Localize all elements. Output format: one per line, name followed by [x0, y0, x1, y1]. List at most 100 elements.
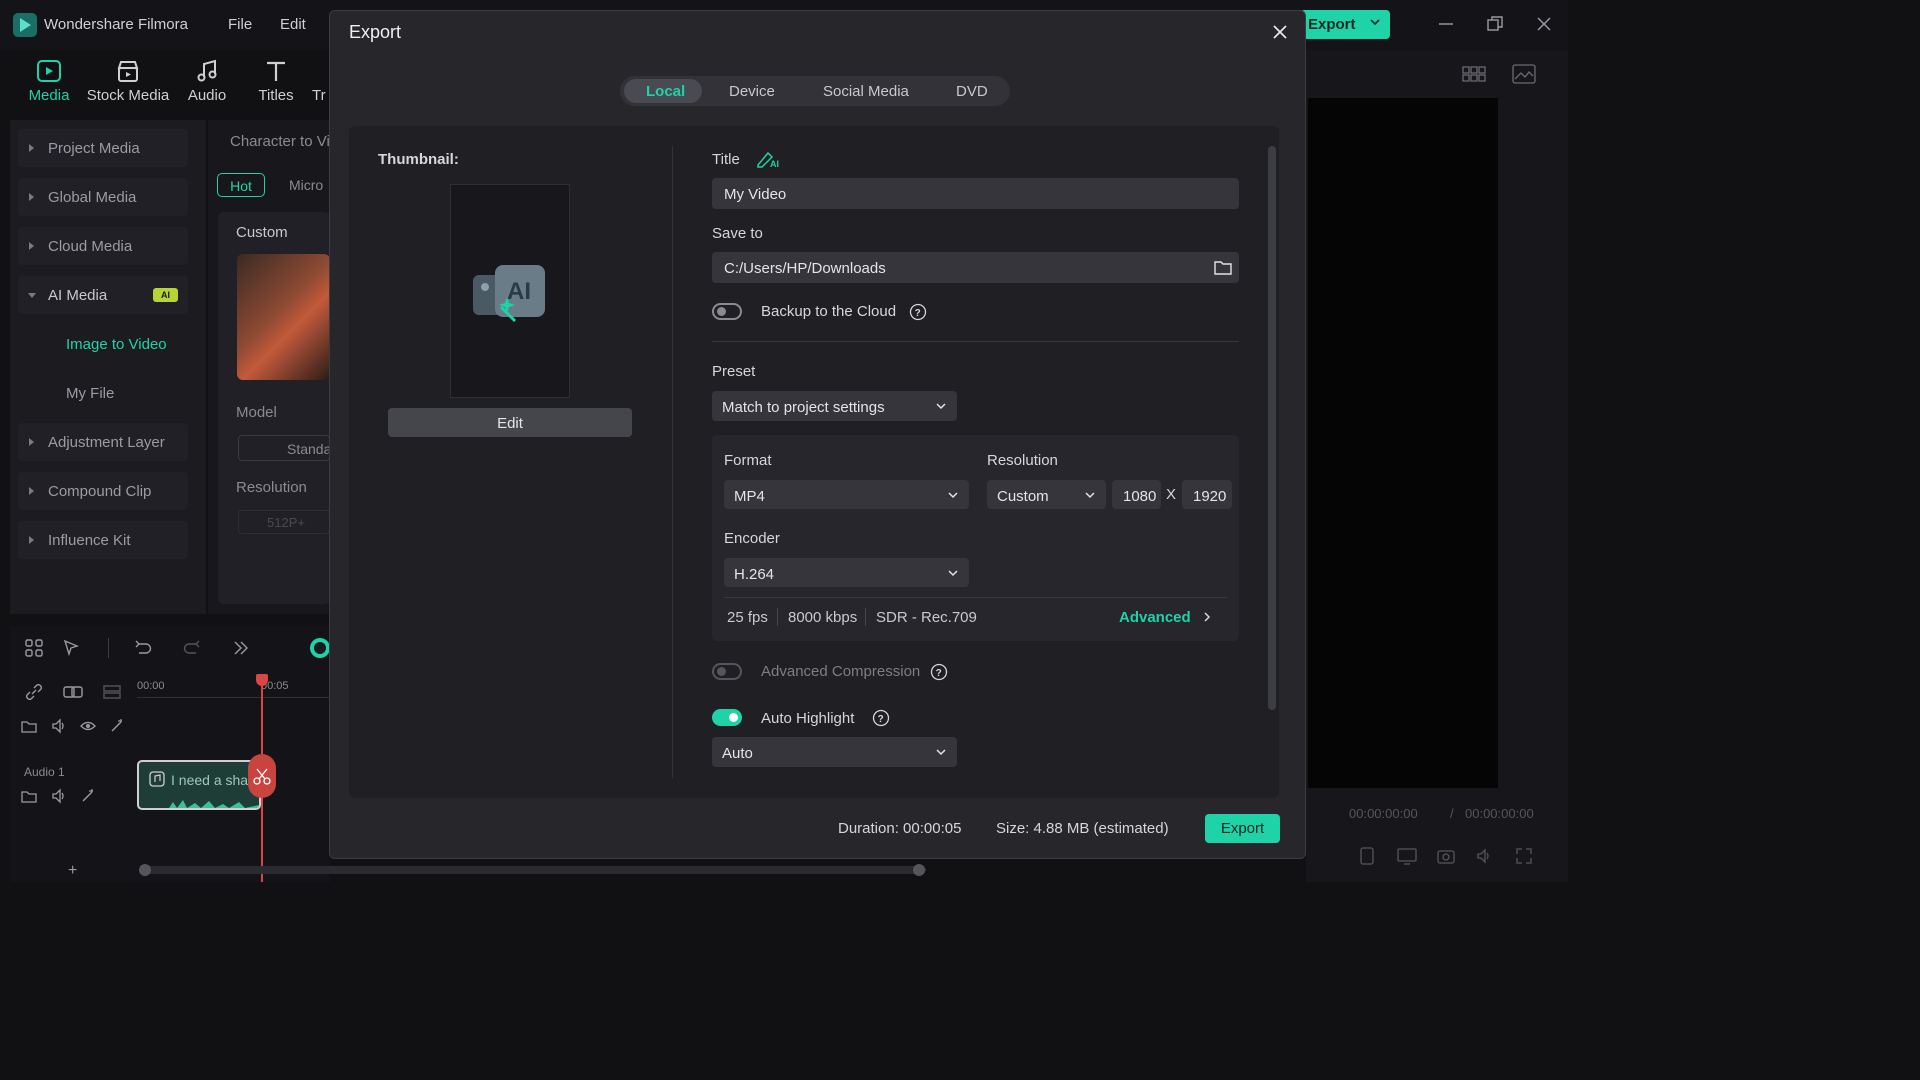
template-thumbnail[interactable] — [237, 254, 330, 380]
sidebar-item-influence-kit[interactable]: Influence Kit — [18, 521, 188, 559]
backup-cloud-toggle[interactable] — [712, 303, 742, 320]
display-icon[interactable] — [1396, 846, 1418, 866]
track-layout-icon[interactable] — [102, 682, 122, 702]
magic-wand-icon[interactable] — [79, 787, 99, 807]
model-select[interactable]: Standa — [238, 435, 330, 461]
audio-clip[interactable]: I need a sha — [137, 760, 261, 810]
close-icon[interactable] — [1270, 22, 1290, 42]
tool-transitions[interactable]: Tr — [312, 58, 330, 104]
auto-highlight-select[interactable]: Auto — [712, 737, 957, 767]
grid-view-icon[interactable] — [1462, 64, 1486, 84]
minimize-icon[interactable] — [1436, 14, 1456, 34]
tab-social-media[interactable]: Social Media — [823, 83, 909, 100]
folder-icon[interactable] — [1213, 258, 1233, 276]
preset-select[interactable]: Match to project settings — [712, 391, 957, 421]
help-icon[interactable]: ? — [909, 303, 927, 321]
folder-lock-icon[interactable] — [20, 717, 40, 737]
resolution-select[interactable]: 512P+ — [238, 510, 330, 534]
encoder-label: Encoder — [724, 530, 780, 547]
snapshot-icon[interactable] — [1436, 846, 1456, 866]
save-to-input[interactable]: C:/Users/HP/Downloads — [712, 252, 1239, 283]
expand-arrow-icon — [29, 536, 34, 544]
volume-icon[interactable] — [1475, 846, 1495, 866]
layout-grid-icon[interactable] — [24, 638, 44, 658]
tool-audio[interactable]: Audio — [184, 58, 230, 104]
add-track-icon[interactable]: + — [68, 862, 77, 880]
resolution-width-input[interactable]: 1080 — [1112, 480, 1161, 509]
folder-lock-icon[interactable] — [20, 787, 40, 807]
settings-scrollbar[interactable] — [1268, 146, 1276, 710]
menu-file[interactable]: File — [228, 16, 252, 33]
sidebar-item-adjustment-layer[interactable]: Adjustment Layer — [18, 423, 188, 461]
thumbnail-preview[interactable]: AI — [450, 184, 570, 398]
help-icon[interactable]: ? — [872, 709, 890, 727]
tool-audio-label: Audio — [187, 87, 227, 104]
advanced-compression-toggle[interactable] — [712, 663, 742, 680]
toolbar-divider — [108, 638, 109, 658]
resolution-height-input[interactable]: 1920 — [1182, 480, 1232, 509]
help-icon[interactable]: ? — [930, 663, 948, 681]
music-note-icon — [194, 58, 220, 84]
tab-micro[interactable]: Micro — [289, 177, 330, 193]
tool-titles[interactable]: Titles — [254, 58, 298, 104]
advanced-link[interactable]: Advanced — [1119, 609, 1191, 626]
sidebar-item-project-media[interactable]: Project Media — [18, 129, 188, 167]
menu-edit[interactable]: Edit — [280, 16, 306, 33]
auto-highlight-toggle[interactable] — [712, 709, 742, 726]
fullscreen-icon[interactable] — [1514, 846, 1534, 866]
meta-separator — [865, 608, 866, 626]
format-select[interactable]: MP4 — [724, 480, 969, 509]
split-handle[interactable] — [248, 754, 276, 798]
tab-dvd[interactable]: DVD — [956, 83, 988, 100]
preview-total-time: 00:00:00:00 — [1465, 806, 1534, 821]
sidebar-item-ai-media[interactable]: AI Media AI — [18, 276, 188, 314]
chevron-right-icon[interactable] — [1201, 610, 1213, 624]
sidebar-item-global-media[interactable]: Global Media — [18, 178, 188, 216]
image-view-icon[interactable] — [1512, 64, 1536, 84]
undo-icon[interactable] — [133, 638, 153, 658]
ai-title-pen-icon[interactable]: AI — [755, 149, 781, 169]
size-value: 4.88 MB (estimated) — [1033, 820, 1169, 837]
sidebar-item-cloud-media[interactable]: Cloud Media — [18, 227, 188, 265]
window-close-icon[interactable] — [1534, 14, 1554, 34]
scroll-handle-right[interactable] — [913, 864, 925, 876]
top-export-button[interactable]: Export — [1300, 10, 1390, 39]
sidebar-subitem-my-file[interactable]: My File — [66, 385, 114, 402]
chevron-down-icon — [947, 490, 959, 500]
link-icon[interactable] — [24, 682, 44, 702]
timeline-scrollbar[interactable] — [140, 866, 926, 874]
sidebar-item-label: Compound Clip — [48, 483, 152, 500]
sidebar-subitem-image-to-video[interactable]: Image to Video — [66, 336, 167, 353]
export-button[interactable]: Export — [1205, 814, 1280, 843]
sidebar-item-label: Cloud Media — [48, 238, 133, 255]
waveform — [169, 796, 259, 808]
eye-icon[interactable] — [79, 717, 99, 737]
tab-local[interactable]: Local — [646, 83, 685, 100]
preview-current-time: 00:00:00:00 — [1349, 806, 1418, 821]
thumbnail-edit-button[interactable]: Edit — [388, 408, 632, 437]
group-icon[interactable] — [62, 682, 83, 702]
tab-hot[interactable]: Hot — [217, 173, 265, 197]
select-tool-icon[interactable] — [62, 638, 82, 658]
restore-icon[interactable] — [1485, 14, 1505, 34]
tab-device[interactable]: Device — [729, 83, 775, 100]
sidebar-item-label: AI Media — [48, 287, 108, 304]
speaker-icon[interactable] — [50, 717, 70, 737]
title-input[interactable]: My Video — [712, 178, 1239, 209]
bitrate-value: 8000 kbps — [788, 609, 858, 626]
preview-canvas — [1308, 98, 1498, 788]
tool-stock-media[interactable]: Stock Media — [86, 58, 170, 104]
encoder-select[interactable]: H.264 — [724, 558, 969, 587]
duration-label: Duration: — [838, 820, 899, 837]
sidebar-item-compound-clip[interactable]: Compound Clip — [18, 472, 188, 510]
mark-in-icon[interactable] — [1358, 846, 1376, 866]
tool-media[interactable]: Media — [26, 58, 72, 104]
speaker-icon[interactable] — [50, 787, 70, 807]
ai-assistant-icon[interactable] — [308, 636, 330, 660]
more-tools-icon[interactable] — [231, 638, 251, 658]
preview-time-separator: / — [1450, 806, 1454, 821]
resolution-select[interactable]: Custom — [987, 480, 1106, 509]
redo-icon[interactable] — [182, 638, 202, 658]
scroll-handle-left[interactable] — [139, 864, 151, 876]
magic-wand-icon[interactable] — [108, 717, 128, 737]
